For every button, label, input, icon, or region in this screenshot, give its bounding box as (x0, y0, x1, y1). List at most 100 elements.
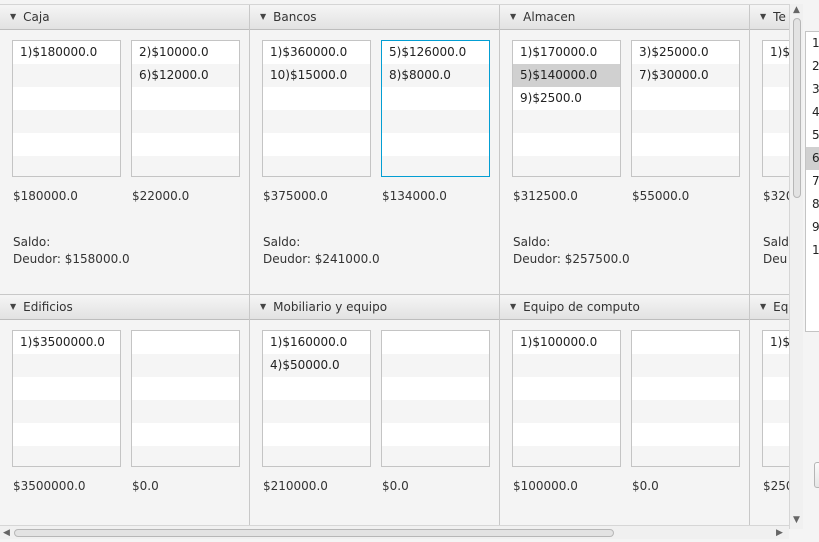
list-item[interactable] (632, 110, 739, 133)
list-item[interactable] (763, 446, 790, 466)
triangle-down-icon[interactable]: ▼ (510, 303, 516, 311)
list-item[interactable] (263, 133, 370, 156)
list-item[interactable]: 1)$100000.0 (513, 331, 620, 354)
list-item[interactable] (632, 133, 739, 156)
debit-list[interactable]: 1)$160000.0 4)$50000.0 (262, 330, 371, 467)
list-item[interactable]: 1)$170000.0 (513, 41, 620, 64)
list-item[interactable] (13, 423, 120, 446)
list-item[interactable] (382, 446, 489, 466)
list-item[interactable] (132, 423, 239, 446)
list-item[interactable] (263, 110, 370, 133)
scroll-left-icon[interactable]: ◀ (3, 527, 10, 539)
list-item[interactable]: 1)$360000.0 (263, 41, 370, 64)
list-item[interactable] (763, 354, 790, 377)
list-item[interactable] (263, 87, 370, 110)
list-item[interactable] (263, 446, 370, 466)
list-item[interactable] (763, 423, 790, 446)
list-item[interactable] (132, 354, 239, 377)
list-item[interactable] (13, 87, 120, 110)
list-item[interactable] (132, 87, 239, 110)
debit-list[interactable]: 1)$180000.0 (12, 40, 121, 177)
list-item[interactable]: 1)$160000.0 (263, 331, 370, 354)
list-item[interactable]: 1)$ (763, 331, 790, 354)
credit-list[interactable]: 5)$126000.0 8)$8000.0 (381, 40, 490, 177)
vertical-scroll-thumb[interactable] (793, 18, 801, 198)
debit-list[interactable]: 1)$3500000.0 (12, 330, 121, 467)
list-item[interactable] (13, 354, 120, 377)
list-item[interactable] (513, 354, 620, 377)
list-item[interactable] (632, 331, 739, 354)
list-item[interactable] (763, 400, 790, 423)
credit-list[interactable] (381, 330, 490, 467)
list-item[interactable] (513, 156, 620, 176)
list-item[interactable]: 9 (806, 216, 819, 239)
list-item[interactable]: 7 (806, 170, 819, 193)
list-item[interactable]: 2 (806, 55, 819, 78)
account-panel-header[interactable]: ▼ Caja (0, 5, 249, 30)
list-item[interactable]: 3 (806, 78, 819, 101)
list-item[interactable] (513, 446, 620, 466)
list-item[interactable]: 4)$50000.0 (263, 354, 370, 377)
list-item[interactable] (263, 400, 370, 423)
triangle-down-icon[interactable]: ▼ (260, 303, 266, 311)
list-item[interactable] (382, 156, 489, 176)
list-item[interactable] (13, 156, 120, 176)
list-item[interactable]: 6)$12000.0 (132, 64, 239, 87)
list-item[interactable] (632, 400, 739, 423)
list-item[interactable] (513, 400, 620, 423)
account-panel-header[interactable]: ▼ Mobiliario y equipo (250, 295, 499, 320)
list-item[interactable]: 5)$140000.0 (513, 64, 620, 87)
list-item[interactable] (132, 156, 239, 176)
list-item[interactable] (382, 377, 489, 400)
account-panel-header[interactable]: ▼ Te (750, 5, 790, 30)
list-item[interactable]: 7)$30000.0 (632, 64, 739, 87)
list-item[interactable] (632, 87, 739, 110)
debit-list[interactable]: 1)$ (762, 40, 790, 177)
debit-list[interactable]: 1)$100000.0 (512, 330, 621, 467)
list-item[interactable] (632, 156, 739, 176)
credit-list[interactable]: 3)$25000.0 7)$30000.0 (631, 40, 740, 177)
list-item[interactable] (513, 423, 620, 446)
list-item[interactable] (263, 423, 370, 446)
list-item[interactable]: 6 (806, 147, 819, 170)
triangle-down-icon[interactable]: ▼ (10, 303, 16, 311)
list-item[interactable] (263, 156, 370, 176)
list-item[interactable] (632, 377, 739, 400)
list-item[interactable] (763, 133, 790, 156)
list-item[interactable]: 2)$10000.0 (132, 41, 239, 64)
list-item[interactable] (382, 87, 489, 110)
triangle-down-icon[interactable]: ▼ (760, 303, 766, 311)
list-item[interactable]: 1 (806, 32, 819, 55)
list-item[interactable]: 1)$180000.0 (13, 41, 120, 64)
list-item[interactable] (513, 133, 620, 156)
list-item[interactable] (13, 110, 120, 133)
side-button[interactable] (814, 462, 819, 488)
triangle-down-icon[interactable]: ▼ (10, 13, 16, 21)
list-item[interactable] (132, 377, 239, 400)
list-item[interactable] (132, 400, 239, 423)
triangle-down-icon[interactable]: ▼ (260, 13, 266, 21)
list-item[interactable]: 5)$126000.0 (382, 41, 489, 64)
triangle-down-icon[interactable]: ▼ (510, 13, 516, 21)
scroll-down-icon[interactable]: ▼ (793, 516, 800, 525)
list-item[interactable] (513, 110, 620, 133)
account-panel-header[interactable]: ▼ Bancos (250, 5, 499, 30)
horizontal-scroll-thumb[interactable] (14, 529, 614, 537)
debit-list[interactable]: 1)$ (762, 330, 790, 467)
list-item[interactable] (382, 354, 489, 377)
list-item[interactable] (382, 400, 489, 423)
list-item[interactable]: 10)$15000.0 (263, 64, 370, 87)
debit-list[interactable]: 1)$360000.0 10)$15000.0 (262, 40, 371, 177)
list-item[interactable] (13, 64, 120, 87)
list-item[interactable] (513, 377, 620, 400)
list-item[interactable]: 1)$3500000.0 (13, 331, 120, 354)
triangle-down-icon[interactable]: ▼ (760, 13, 766, 21)
list-item[interactable] (263, 377, 370, 400)
list-item[interactable] (132, 133, 239, 156)
vertical-scrollbar[interactable]: ▲ ▼ (789, 4, 803, 529)
list-item[interactable] (763, 110, 790, 133)
list-item[interactable] (13, 133, 120, 156)
list-item[interactable] (763, 64, 790, 87)
list-item[interactable]: 1 (806, 239, 819, 262)
credit-list[interactable] (631, 330, 740, 467)
